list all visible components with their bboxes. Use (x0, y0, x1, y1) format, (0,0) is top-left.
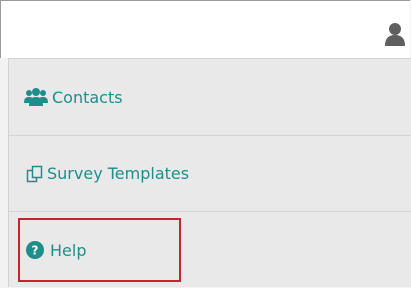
menu-item-help[interactable]: ? Help (9, 212, 411, 288)
dropdown-menu: Contacts Survey Templates ? Help (8, 58, 411, 287)
menu-item-label: Survey Templates (47, 164, 190, 183)
user-icon[interactable] (385, 22, 405, 46)
menu-item-survey-templates[interactable]: Survey Templates (9, 136, 411, 212)
copy-icon (26, 165, 44, 183)
svg-text:?: ? (32, 244, 39, 258)
question-circle-icon: ? (26, 241, 44, 259)
menu-item-label: Contacts (52, 87, 123, 107)
menu-item-label: Help (50, 240, 87, 260)
top-bar (0, 0, 410, 58)
menu-item-contacts[interactable]: Contacts (9, 59, 411, 136)
users-icon (24, 88, 48, 106)
